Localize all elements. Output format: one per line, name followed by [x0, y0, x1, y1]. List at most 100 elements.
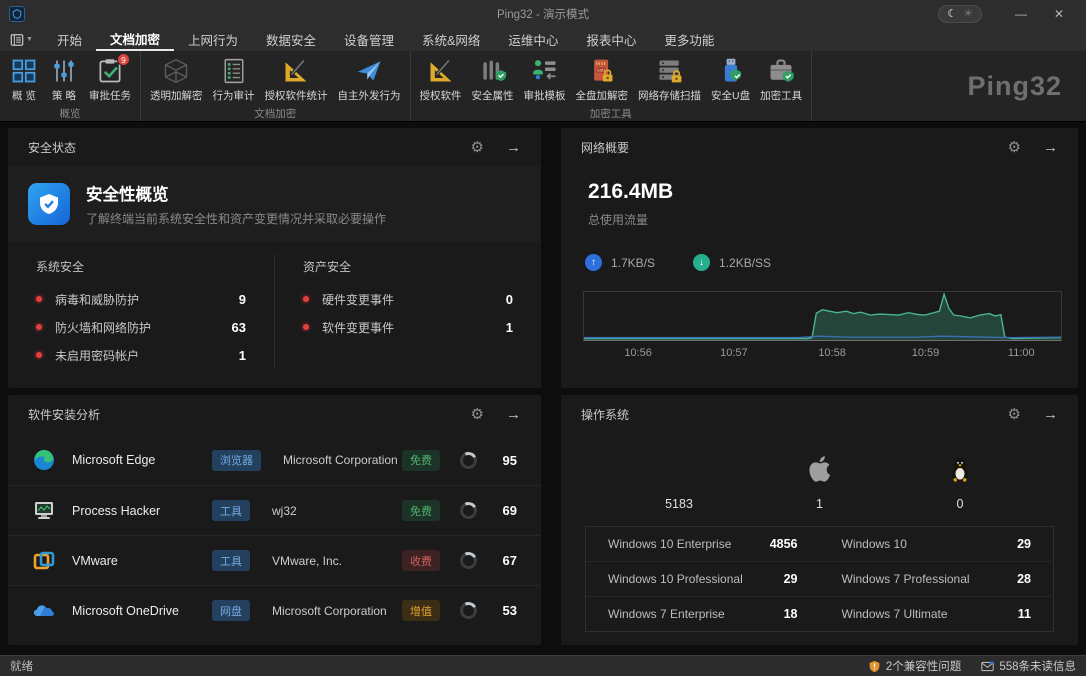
price-badge: 增值: [402, 600, 440, 621]
score-ring-icon: [458, 500, 479, 521]
linux-tux-icon: [945, 447, 975, 485]
x-axis-tick: 10:57: [720, 347, 748, 359]
sun-icon[interactable]: ☀: [963, 9, 973, 20]
statusbar: 就绪 2个兼容性问题 558条未读信息: [0, 655, 1086, 676]
alert-dot-icon: [303, 324, 309, 330]
total-traffic-value: 216.4MB: [588, 180, 1078, 204]
table-cell[interactable]: Windows 7 Professional 28: [820, 562, 1054, 596]
hero-subtitle: 了解终端当前系统安全性和资产变更情况并采取必要操作: [86, 210, 386, 227]
unread-messages[interactable]: 558条未读信息: [981, 658, 1076, 674]
gear-icon[interactable]: ⚙: [1008, 407, 1021, 422]
tab-device-management[interactable]: 设备管理: [330, 28, 408, 51]
chart-x-axis: 10:5610:5710:5810:5911:00: [583, 347, 1062, 361]
gear-icon[interactable]: ⚙: [471, 407, 484, 422]
secure-usb-button[interactable]: 安全U盘: [706, 54, 755, 103]
ribbon-tabs: ▼ 开始 文档加密 上网行为 数据安全 设备管理 系统&网络 运维中心 报表中心…: [0, 28, 1086, 51]
usb-shield-icon: [716, 56, 746, 86]
clipboard-check-icon: 9: [95, 56, 125, 86]
apple-icon: [804, 447, 836, 485]
ribbon-group-label: 文档加密: [145, 103, 406, 124]
mail-icon: [981, 660, 994, 673]
ribbon-group-overview: 概 览 策 略 9 审批任务 概览: [0, 51, 141, 121]
ribbon-group-label: 加密工具: [415, 103, 808, 124]
setsquare-pencil-icon: [281, 56, 311, 86]
policy-button[interactable]: 策 略: [44, 54, 84, 103]
software-row[interactable]: Microsoft Edge 浏览器 Microsoft Corporation…: [8, 435, 541, 485]
file-menu-button[interactable]: ▼: [0, 28, 43, 51]
traffic-chart[interactable]: [583, 291, 1062, 341]
security-attributes-button[interactable]: 安全属性: [467, 54, 519, 103]
x-axis-tick: 10:59: [912, 347, 940, 359]
table-cell[interactable]: Windows 10 Professional 29: [586, 562, 820, 596]
tab-start[interactable]: 开始: [43, 28, 96, 51]
tab-data-security[interactable]: 数据安全: [252, 28, 330, 51]
approval-template-button[interactable]: 审批模板: [519, 54, 571, 103]
panel-title: 网络概要: [581, 139, 629, 156]
download-speed: ↓ 1.2KB/SS: [693, 254, 771, 271]
approval-badge: 9: [117, 53, 130, 66]
window-title: Ping32 - 演示模式: [0, 6, 1086, 22]
software-row[interactable]: Microsoft OneDrive 网盘 Microsoft Corporat…: [8, 585, 541, 635]
panel-title: 操作系统: [581, 406, 629, 423]
warning-shield-icon: [868, 660, 881, 673]
tab-report-center[interactable]: 报表中心: [572, 28, 650, 51]
x-axis-tick: 11:00: [1008, 347, 1035, 359]
tab-document-encryption[interactable]: 文档加密: [96, 28, 174, 51]
category-badge: 浏览器: [212, 450, 261, 471]
tab-system-network[interactable]: 系统&网络: [408, 28, 494, 51]
table-cell[interactable]: Windows 10 Enterprise 4856: [586, 527, 820, 561]
alert-dot-icon: [36, 296, 42, 302]
behavior-audit-button[interactable]: 行为审计: [208, 54, 260, 103]
authorized-software-button[interactable]: 授权软件: [415, 54, 467, 103]
software-row[interactable]: Process Hacker 工具 wj32 免费 69: [8, 485, 541, 535]
table-row: Windows 7 Enterprise 18 Windows 7 Ultima…: [586, 596, 1053, 631]
titlebar: Ping32 - 演示模式 ☾ ☀ — ✕: [0, 0, 1086, 28]
category-badge: 工具: [212, 500, 250, 521]
arrow-up-circle-icon: ↑: [585, 254, 602, 271]
ribbon-group-doc-encryption: 透明加解密 行为审计 授权软件统计: [141, 51, 411, 121]
list-item[interactable]: 未启用密码帐户 1: [36, 341, 246, 369]
authorized-software-stats-button[interactable]: 授权软件统计: [260, 54, 333, 103]
network-overview-panel: 网络概要 ⚙ → 216.4MB 总使用流量 ↑ 1.7KB/S ↓ 1.2KB…: [561, 128, 1078, 388]
overview-button[interactable]: 概 览: [4, 54, 44, 103]
table-cell[interactable]: Windows 10 29: [820, 527, 1054, 561]
transparent-encryption-button[interactable]: 透明加解密: [145, 54, 208, 103]
gear-icon[interactable]: ⚙: [471, 140, 484, 155]
list-item[interactable]: 防火墙和网络防护 63: [36, 313, 246, 341]
full-disk-encryption-button[interactable]: SSD 全盘加解密: [571, 54, 634, 103]
tab-web-behavior[interactable]: 上网行为: [174, 28, 252, 51]
score-ring-icon: [458, 550, 479, 571]
approval-tasks-button[interactable]: 9 审批任务: [84, 54, 136, 103]
minimize-button[interactable]: —: [1004, 2, 1038, 26]
encryption-tools-button[interactable]: 加密工具: [755, 54, 807, 103]
list-item[interactable]: 病毒和威胁防护 9: [36, 285, 246, 313]
outgoing-behavior-button[interactable]: 自主外发行为: [333, 54, 406, 103]
vmware-icon: [32, 549, 56, 573]
arrow-down-circle-icon: ↓: [693, 254, 710, 271]
score-ring-icon: [458, 449, 479, 470]
table-cell[interactable]: Windows 7 Enterprise 18: [586, 597, 820, 631]
ping32-wordmark: Ping32: [967, 71, 1086, 102]
grid-icon: [9, 56, 39, 86]
moon-icon[interactable]: ☾: [947, 9, 957, 20]
compatibility-issues[interactable]: 2个兼容性问题: [868, 658, 961, 674]
platform-linux: 0: [920, 447, 1000, 511]
list-item[interactable]: 软件变更事件 1: [303, 313, 513, 341]
arrow-right-icon[interactable]: →: [506, 407, 521, 422]
theme-toggle[interactable]: ☾ ☀: [938, 5, 982, 23]
list-item[interactable]: 硬件变更事件 0: [303, 285, 513, 313]
alert-dot-icon: [36, 352, 42, 358]
server-lock-icon: [655, 56, 685, 86]
tab-more-features[interactable]: 更多功能: [650, 28, 728, 51]
arrow-right-icon[interactable]: →: [1043, 407, 1058, 422]
process-hacker-icon: [32, 499, 56, 523]
table-cell[interactable]: Windows 7 Ultimate 11: [820, 597, 1054, 631]
arrow-right-icon[interactable]: →: [1043, 140, 1058, 155]
network-storage-scan-button[interactable]: 网络存储扫描: [633, 54, 706, 103]
close-button[interactable]: ✕: [1042, 2, 1076, 26]
tab-ops-center[interactable]: 运维中心: [494, 28, 572, 51]
score-ring-icon: [458, 600, 479, 621]
gear-icon[interactable]: ⚙: [1008, 140, 1021, 155]
arrow-right-icon[interactable]: →: [506, 140, 521, 155]
software-row[interactable]: VMware 工具 VMware, Inc. 收费 67: [8, 535, 541, 585]
